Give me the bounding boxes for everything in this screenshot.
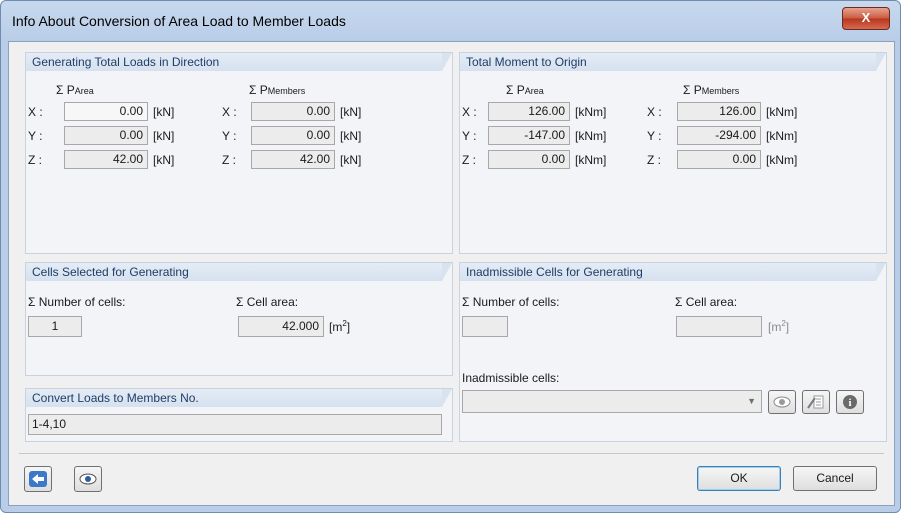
inadmissible-cells-label: Inadmissible cells:	[462, 371, 560, 385]
group-generating-total-loads: Generating Total Loads in Direction Σ PA…	[25, 52, 453, 254]
window-title: Info About Conversion of Area Load to Me…	[12, 13, 346, 29]
axis-label: Y :	[647, 129, 662, 143]
group-heading: Inadmissible Cells for Generating	[460, 263, 886, 281]
area-load-x-field[interactable]: 0.00	[64, 102, 148, 121]
group-heading: Cells Selected for Generating	[26, 263, 452, 281]
members-load-z-field: 42.00	[251, 150, 335, 169]
dialog-client-area: Generating Total Loads in Direction Σ PA…	[8, 41, 895, 506]
back-button[interactable]	[24, 466, 52, 492]
cell-area-field: 42.000	[238, 316, 324, 337]
axis-label: Z :	[222, 153, 236, 167]
group-heading: Convert Loads to Members No.	[26, 389, 452, 407]
column-header-area: Σ PArea	[506, 83, 544, 97]
unit-label: [kNm]	[575, 153, 607, 167]
column-header-area: Σ PArea	[56, 83, 94, 97]
view-cells-button[interactable]	[768, 390, 796, 414]
area-load-z-field: 42.00	[64, 150, 148, 169]
axis-label: X :	[28, 105, 43, 119]
members-no-field[interactable]: 1-4,10	[28, 414, 442, 435]
unit-label: [kN]	[340, 105, 362, 119]
axis-label: X :	[462, 105, 477, 119]
axis-label: X :	[222, 105, 237, 119]
edit-list-button[interactable]	[802, 390, 830, 414]
cell-area-label: Σ Cell area:	[675, 295, 738, 309]
axis-label: X :	[647, 105, 662, 119]
moment-members-z-field: 0.00	[677, 150, 761, 169]
axis-label: Y :	[28, 129, 43, 143]
unit-label: [kN]	[153, 105, 175, 119]
view-button[interactable]	[74, 466, 102, 492]
number-of-cells-label: Σ Number of cells:	[462, 295, 560, 309]
axis-label: Z :	[462, 153, 476, 167]
chevron-down-icon: ▼	[747, 396, 756, 406]
axis-label: Y :	[462, 129, 477, 143]
cancel-button[interactable]: Cancel	[793, 466, 877, 491]
group-convert-loads: Convert Loads to Members No. 1-4,10	[25, 388, 453, 442]
moment-area-x-field: 126.00	[488, 102, 570, 121]
group-heading: Generating Total Loads in Direction	[26, 53, 452, 71]
eye-icon	[79, 473, 97, 485]
unit-label: [kNm]	[766, 105, 798, 119]
group-total-moment: Total Moment to Origin Σ PArea Σ PMember…	[459, 52, 887, 254]
close-button[interactable]: X	[842, 7, 890, 30]
unit-label: [kN]	[340, 129, 362, 143]
axis-label: Z :	[28, 153, 42, 167]
unit-label: [kNm]	[766, 129, 798, 143]
info-icon: i	[843, 395, 857, 409]
cell-area-unit: [m2]	[329, 319, 351, 334]
moment-members-y-field: -294.00	[677, 126, 761, 145]
axis-label: Z :	[647, 153, 661, 167]
dialog-window: Info About Conversion of Area Load to Me…	[0, 0, 901, 513]
svg-text:i: i	[848, 397, 851, 409]
number-of-cells-field: 1	[28, 316, 82, 337]
inadmissible-cells-dropdown[interactable]: ▼	[462, 390, 762, 413]
number-of-cells-label: Σ Number of cells:	[28, 295, 126, 309]
number-of-cells-field	[462, 316, 508, 337]
eye-icon	[773, 396, 791, 408]
list-edit-icon	[807, 395, 824, 409]
unit-label: [kN]	[153, 153, 175, 167]
unit-label: [kN]	[153, 129, 175, 143]
unit-label: [kN]	[340, 153, 362, 167]
group-heading: Total Moment to Origin	[460, 53, 886, 71]
moment-area-y-field: -147.00	[488, 126, 570, 145]
moment-members-x-field: 126.00	[677, 102, 761, 121]
axis-label: Y :	[222, 129, 237, 143]
cell-area-label: Σ Cell area:	[236, 295, 299, 309]
unit-label: [kNm]	[575, 105, 607, 119]
members-load-y-field: 0.00	[251, 126, 335, 145]
moment-area-z-field: 0.00	[488, 150, 570, 169]
cell-area-unit: [m2]	[768, 319, 790, 334]
unit-label: [kNm]	[575, 129, 607, 143]
arrow-left-icon	[29, 471, 47, 487]
group-inadmissible-cells: Inadmissible Cells for Generating Σ Numb…	[459, 262, 887, 442]
area-load-y-field: 0.00	[64, 126, 148, 145]
ok-button[interactable]: OK	[697, 466, 781, 491]
column-header-members: Σ PMembers	[683, 83, 740, 97]
members-load-x-field: 0.00	[251, 102, 335, 121]
info-button[interactable]: i	[836, 390, 864, 414]
column-header-members: Σ PMembers	[249, 83, 306, 97]
unit-label: [kNm]	[766, 153, 798, 167]
footer-separator	[19, 453, 884, 454]
group-cells-selected: Cells Selected for Generating Σ Number o…	[25, 262, 453, 376]
cell-area-field	[676, 316, 762, 337]
